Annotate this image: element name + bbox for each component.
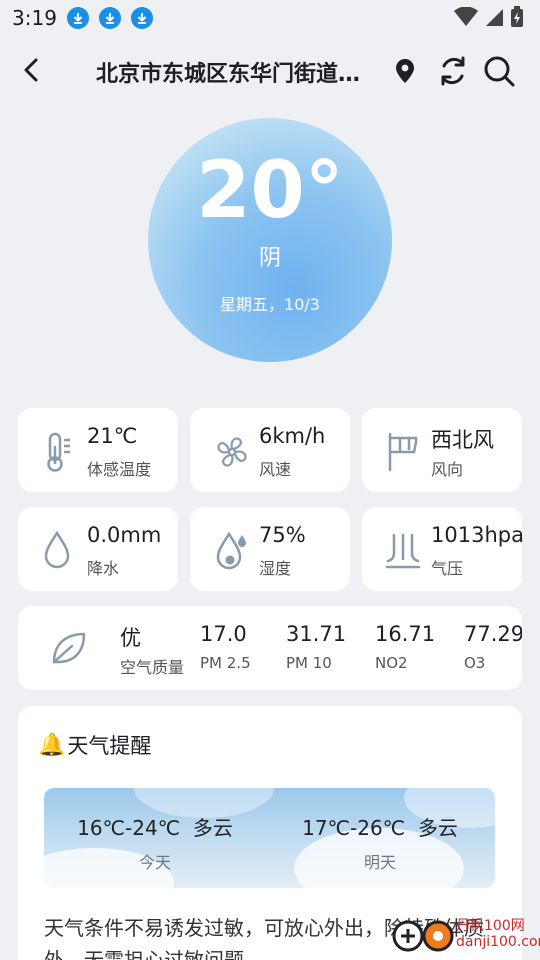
raindrop-icon — [40, 530, 78, 571]
watermark-line1: 丹枫100网 — [456, 918, 525, 934]
forecast-today-main: 16℃-24℃ 多云 — [60, 812, 250, 841]
o3-value: 77.29 — [464, 622, 522, 646]
pm25-value: 17.0 — [200, 622, 247, 646]
forecast-tomorrow-condition: 多云 — [417, 816, 458, 840]
pressure-value: 1013hpa — [431, 523, 524, 547]
forecast-tomorrow: 17℃-26℃ 多云 明天 — [285, 812, 475, 873]
forecast-tomorrow-range: 17℃-26℃ — [302, 816, 406, 840]
location-title[interactable]: 北京市东城区东华门街道… — [96, 56, 388, 88]
reminder-title: 🔔 天气提醒 — [38, 730, 151, 760]
wifi-icon — [454, 7, 478, 26]
pressure-icon — [384, 531, 422, 571]
wind-direction-value: 西北风 — [431, 428, 494, 452]
pm10-value: 31.71 — [286, 622, 347, 646]
feels-like-card: 21℃ 体感温度 — [18, 408, 178, 492]
air-quality-card[interactable]: 优 空气质量 17.0 PM 2.5 31.71 PM 10 16.71 NO2… — [18, 606, 522, 690]
pm10-label: PM 10 — [286, 654, 332, 672]
precipitation-label: 降水 — [87, 559, 120, 578]
top-nav: 北京市东城区东华门街道… — [0, 44, 540, 96]
o3-label: O3 — [464, 654, 486, 672]
status-time: 3:19 — [12, 6, 57, 30]
watermark-text: 丹枫100网 danji100.com — [456, 918, 540, 950]
precipitation-value: 0.0mm — [87, 523, 162, 547]
forecast-tomorrow-day: 明天 — [363, 853, 396, 872]
search-button[interactable] — [482, 54, 516, 92]
pm25-label: PM 2.5 — [200, 654, 251, 672]
feels-like-value: 21℃ — [87, 424, 138, 448]
download-icon — [66, 7, 89, 29]
signal-icon — [486, 9, 503, 26]
wind-speed-label: 风速 — [259, 460, 292, 479]
wind-speed-card: 6km/h 风速 — [190, 408, 350, 492]
no2-label: NO2 — [375, 654, 408, 672]
watermark: 丹枫100网 danji100.com — [392, 914, 540, 954]
current-weather-circle: 20° 阴 星期五，10/3 — [148, 118, 392, 362]
pressure-card: 1013hpa 气压 — [362, 507, 524, 591]
precipitation-card: 0.0mm 降水 — [18, 507, 178, 591]
pressure-label: 气压 — [431, 559, 464, 578]
air-quality-grade: 优 — [120, 626, 141, 650]
current-condition: 阴 — [258, 246, 281, 271]
forecast-today-condition: 多云 — [192, 816, 233, 840]
status-indicators — [454, 6, 524, 28]
wind-speed-value: 6km/h — [259, 424, 326, 448]
fan-icon — [212, 432, 250, 472]
download-icon — [130, 7, 153, 29]
status-bar: 3:19 — [0, 0, 540, 36]
leaf-icon — [50, 630, 88, 670]
refresh-button[interactable] — [436, 54, 470, 92]
refresh-icon — [441, 56, 465, 86]
watermark-logo-icon — [392, 920, 454, 952]
humidity-label: 湿度 — [259, 559, 292, 578]
current-date: 星期五，10/3 — [220, 295, 320, 314]
humidity-value: 75% — [259, 523, 306, 547]
o3-item: 77.29 O3 — [464, 622, 522, 672]
current-temperature: 20° — [196, 146, 344, 236]
forecast-today-range: 16℃-24℃ — [77, 816, 181, 840]
search-icon — [484, 56, 515, 87]
wind-direction-card: 西北风 风向 — [362, 408, 522, 492]
bell-icon: 🔔 — [38, 732, 66, 758]
reminder-title-text: 天气提醒 — [67, 734, 152, 758]
forecast-banner: 16℃-24℃ 多云 今天 17℃-26℃ 多云 明天 — [44, 788, 495, 888]
feels-like-label: 体感温度 — [87, 460, 152, 479]
location-pin-icon[interactable] — [394, 58, 416, 88]
pm25-item: 17.0 PM 2.5 — [200, 622, 251, 672]
windsock-icon — [384, 432, 422, 472]
forecast-today: 16℃-24℃ 多云 今天 — [60, 812, 250, 873]
forecast-tomorrow-main: 17℃-26℃ 多云 — [285, 812, 475, 841]
air-quality-label: 空气质量 — [120, 658, 185, 677]
back-button[interactable] — [16, 54, 48, 86]
no2-value: 16.71 — [375, 622, 436, 646]
battery-icon — [511, 6, 523, 27]
download-icon — [98, 7, 121, 29]
humidity-icon — [212, 531, 250, 571]
thermometer-icon — [40, 432, 78, 472]
pm10-item: 31.71 PM 10 — [286, 622, 346, 672]
wind-direction-label: 风向 — [431, 460, 464, 479]
back-arrow-icon — [24, 58, 38, 82]
watermark-line2: danji100.com — [456, 934, 540, 950]
humidity-card: 75% 湿度 — [190, 507, 350, 591]
no2-item: 16.71 NO2 — [375, 622, 435, 672]
forecast-today-day: 今天 — [138, 853, 171, 872]
